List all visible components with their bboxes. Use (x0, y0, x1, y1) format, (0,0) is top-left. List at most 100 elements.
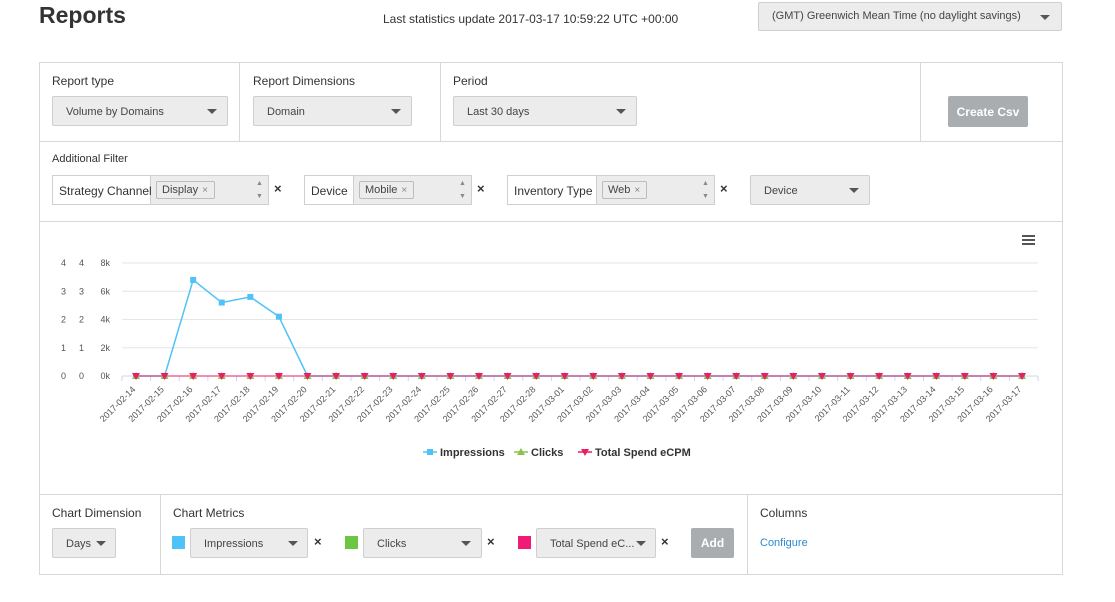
chart-dimension-label: Chart Dimension (52, 506, 142, 520)
chart-dimension-value: Days (66, 538, 92, 550)
spinner-down-icon[interactable]: ▼ (256, 192, 264, 201)
chevron-down-icon (207, 109, 217, 114)
y-tick-label: 3 (61, 286, 66, 296)
report-dimensions-select[interactable]: Domain (253, 96, 412, 126)
page-title: Reports (39, 2, 126, 28)
y-tick-label: 2k (100, 343, 110, 353)
y-tick-label: 0k (100, 371, 110, 381)
data-point (190, 276, 197, 283)
data-point (275, 313, 282, 320)
spinner-down-icon[interactable]: ▼ (459, 192, 467, 201)
chevron-down-icon (636, 541, 646, 546)
chip-remove-icon[interactable]: × (202, 185, 208, 196)
remove-filter-icon[interactable]: × (274, 181, 282, 196)
filter-input[interactable]: Display × ▲ ▼ (151, 176, 268, 204)
y-tick-label: 2 (61, 315, 66, 325)
spinner-up-icon[interactable]: ▲ (256, 179, 264, 188)
clicks-color-swatch[interactable] (345, 536, 358, 549)
y-tick-label: 4 (61, 258, 66, 268)
line-chart: 01234012340k2k4k6k8k 2017-02-142017-02-1… (61, 258, 1039, 459)
filter-chip[interactable]: Mobile × (359, 181, 415, 199)
chevron-down-icon (391, 109, 401, 114)
chevron-down-icon (96, 541, 106, 546)
timezone-select-value: (GMT) Greenwich Mean Time (no daylight s… (772, 10, 1021, 22)
report-type-label: Report type (52, 74, 115, 88)
divider (40, 494, 1062, 495)
y-tick-label: 1 (79, 343, 84, 353)
y-tick-label: 1 (61, 343, 66, 353)
impressions-color-swatch[interactable] (172, 536, 185, 549)
metric-select-impressions[interactable]: Impressions (190, 528, 308, 558)
remove-metric-icon[interactable]: × (314, 534, 322, 549)
spinner-up-icon[interactable]: ▲ (702, 179, 710, 188)
chevron-down-icon (616, 109, 626, 114)
remove-filter-icon[interactable]: × (477, 181, 485, 196)
divider (440, 63, 441, 141)
chip-label: Display (162, 184, 199, 196)
timezone-select[interactable]: (GMT) Greenwich Mean Time (no daylight s… (758, 2, 1062, 31)
filter-input[interactable]: Mobile × ▲ ▼ (354, 176, 471, 204)
divider (747, 495, 748, 574)
add-metric-button[interactable]: Add (691, 528, 734, 558)
chip-remove-icon[interactable]: × (634, 185, 640, 196)
period-label: Period (453, 74, 488, 88)
divider (40, 141, 1062, 142)
filter-label: Device (305, 176, 354, 204)
chart-dimension-select[interactable]: Days (52, 528, 116, 558)
create-csv-button[interactable]: Create Csv (948, 96, 1028, 127)
metric-value: Total Spend eC... (550, 538, 635, 550)
remove-metric-icon[interactable]: × (661, 534, 669, 549)
divider (160, 495, 161, 574)
chart-metrics-label: Chart Metrics (173, 506, 245, 520)
remove-metric-icon[interactable]: × (487, 534, 495, 549)
chip-label: Web (608, 184, 631, 196)
report-type-select[interactable]: Volume by Domains (52, 96, 228, 126)
filter-label: Strategy Channel (53, 176, 152, 204)
filter-input[interactable]: Web × ▲ ▼ (597, 176, 714, 204)
metric-value: Impressions (204, 538, 264, 550)
filter-strategy-channel: Strategy Channel Display × ▲ ▼ (52, 175, 269, 205)
metric-value: Clicks (377, 538, 407, 550)
metric-select-clicks[interactable]: Clicks (363, 528, 482, 558)
filter-chip[interactable]: Web × (602, 181, 648, 199)
spinner-up-icon[interactable]: ▲ (459, 179, 467, 188)
chevron-down-icon (288, 541, 298, 546)
ecpm-color-swatch[interactable] (518, 536, 531, 549)
add-filter-select[interactable]: Device (750, 175, 870, 205)
chevron-down-icon (1040, 15, 1050, 20)
chevron-down-icon (849, 188, 859, 193)
filter-label: Inventory Type (508, 176, 597, 204)
divider (40, 221, 1062, 222)
y-tick-label: 8k (100, 258, 110, 268)
y-tick-label: 4k (100, 315, 110, 325)
filter-device: Device Mobile × ▲ ▼ (304, 175, 472, 205)
chevron-down-icon (461, 541, 471, 546)
additional-filter-label: Additional Filter (52, 153, 128, 165)
data-point (247, 293, 254, 300)
y-tick-label: 0 (79, 371, 84, 381)
chip-remove-icon[interactable]: × (401, 185, 407, 196)
legend-label: Clicks (531, 447, 563, 459)
y-tick-label: 6k (100, 286, 110, 296)
y-tick-label: 4 (79, 258, 84, 268)
period-select[interactable]: Last 30 days (453, 96, 637, 126)
filter-chip[interactable]: Display × (156, 181, 215, 199)
report-dimensions-value: Domain (267, 106, 305, 118)
divider (239, 63, 240, 141)
configure-link[interactable]: Configure (760, 537, 808, 549)
spinner-down-icon[interactable]: ▼ (702, 192, 710, 201)
period-value: Last 30 days (467, 106, 530, 118)
add-filter-value: Device (764, 185, 798, 197)
report-dimensions-label: Report Dimensions (253, 74, 356, 88)
y-tick-label: 0 (61, 371, 66, 381)
remove-filter-icon[interactable]: × (720, 181, 728, 196)
report-type-value: Volume by Domains (66, 106, 164, 118)
legend-marker (427, 449, 433, 455)
y-tick-label: 2 (79, 315, 84, 325)
series-line-impressions (136, 278, 1022, 377)
filter-inventory-type: Inventory Type Web × ▲ ▼ (507, 175, 715, 205)
last-update-text: Last statistics update 2017-03-17 10:59:… (383, 12, 679, 26)
chip-label: Mobile (365, 184, 398, 196)
data-point (218, 299, 225, 306)
metric-select-ecpm[interactable]: Total Spend eC... (536, 528, 656, 558)
